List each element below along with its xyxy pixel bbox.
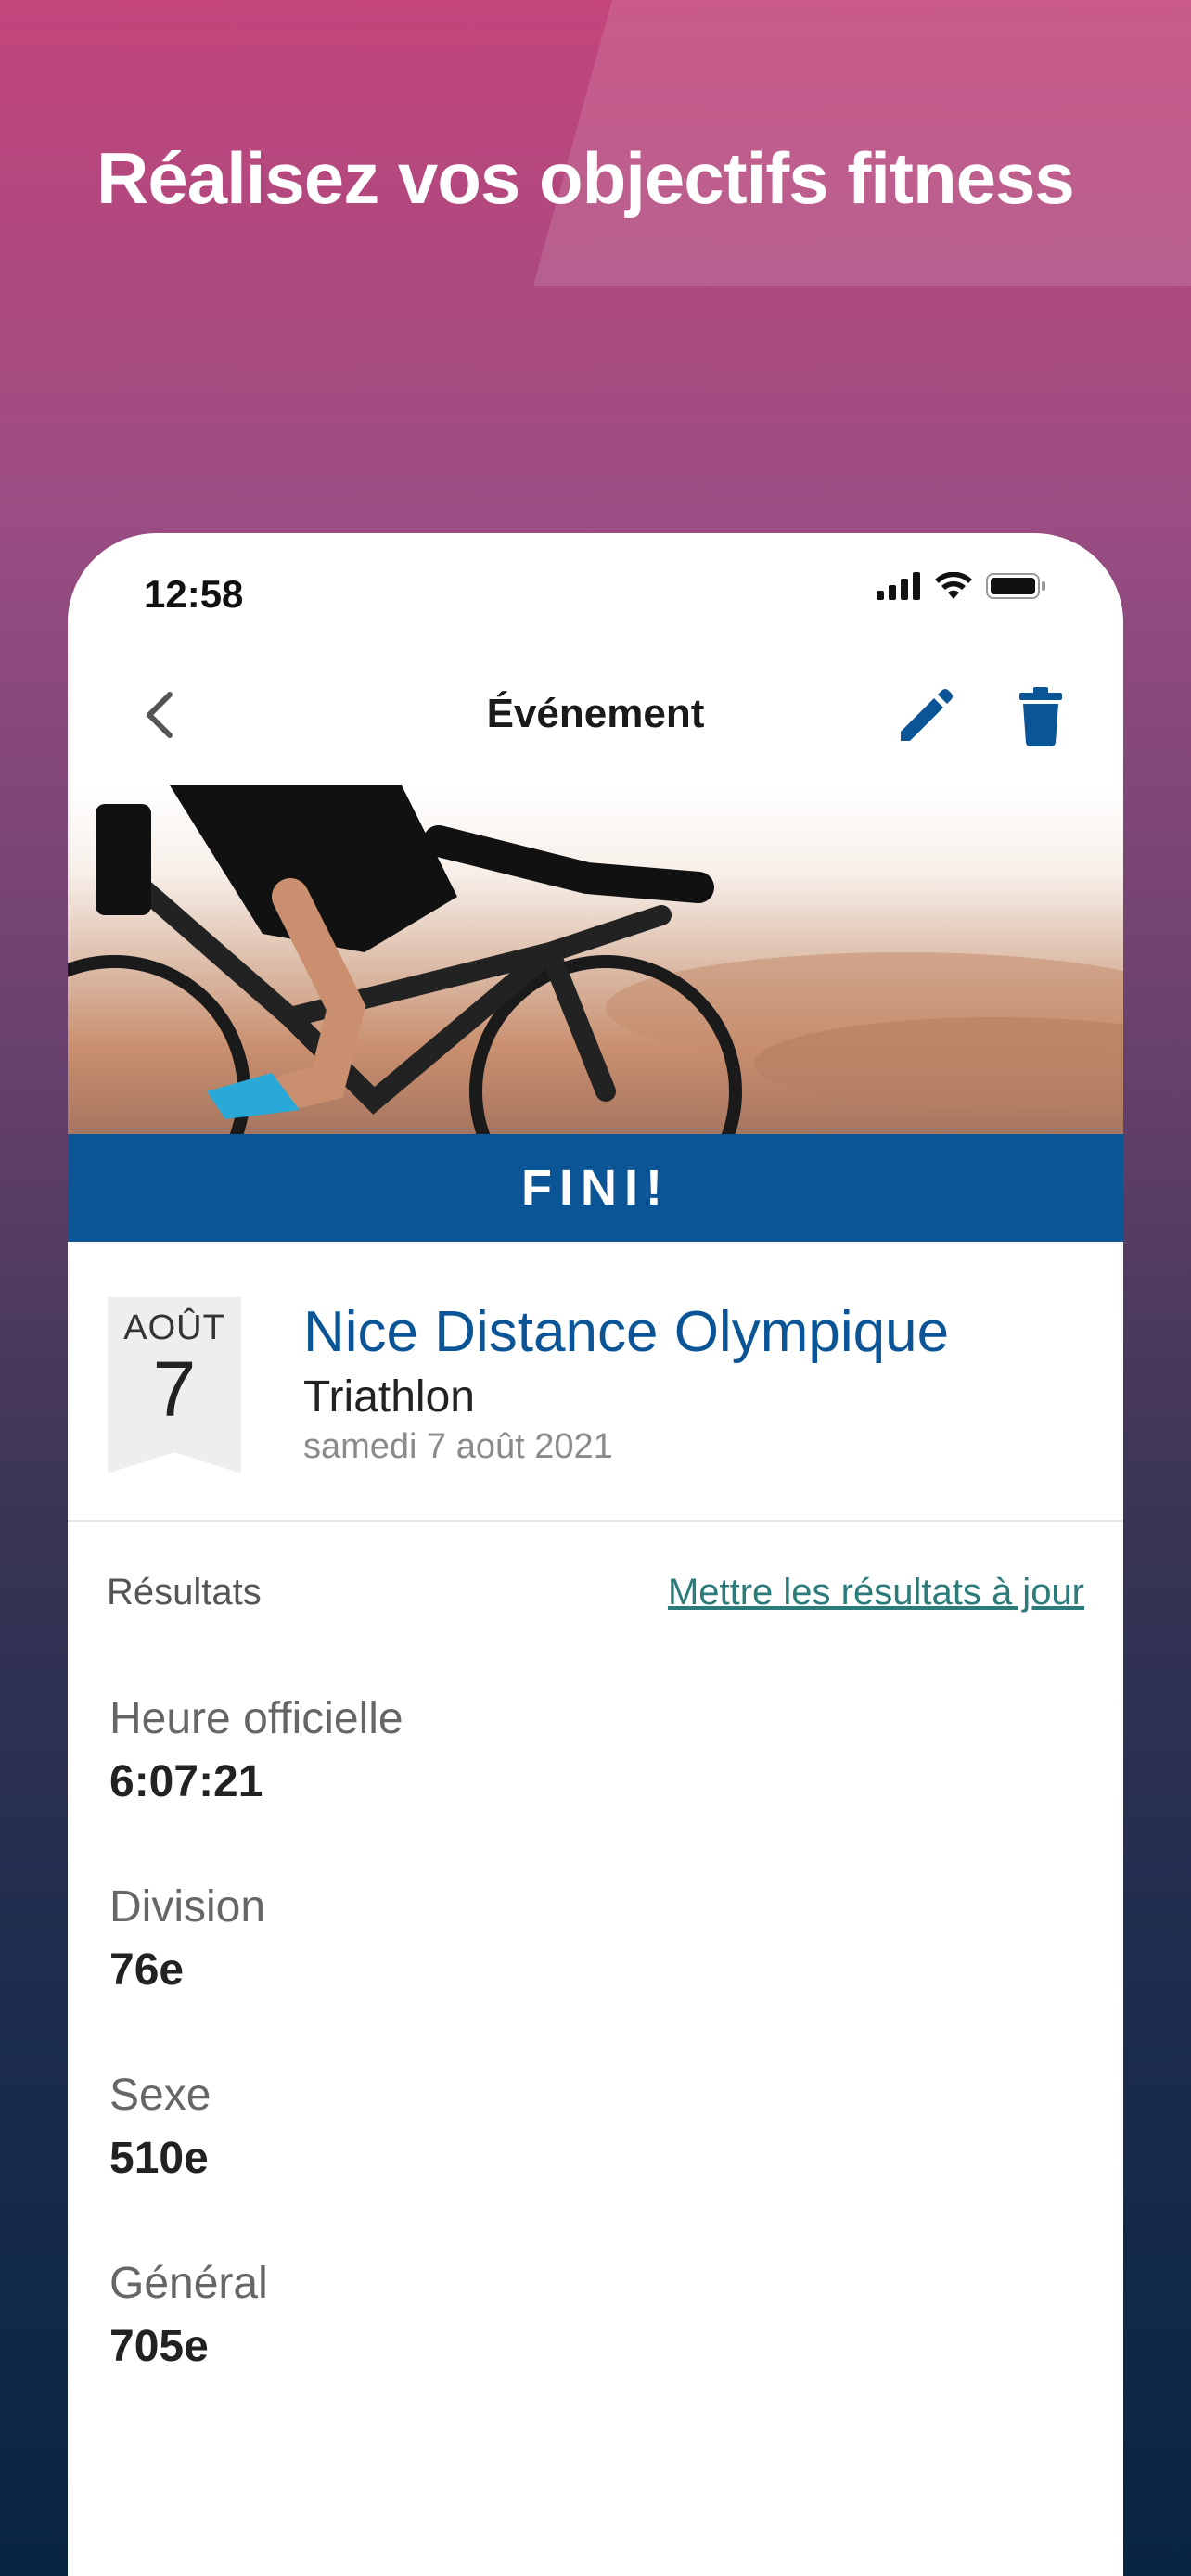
status-time: 12:58 [144,572,244,616]
headline: Réalisez vos objectifs fitness [96,137,1075,219]
date-month: AOÛT [123,1308,225,1347]
result-item-division: Division 76e [109,1881,1037,1996]
phone-screen: 12:58 Événement FINI! AOÛT 7 Nice Distan… [68,533,1123,2576]
event-info: AOÛT 7 Nice Distance Olympique Triathlon… [68,1242,1123,1522]
result-value: 510e [109,2133,209,2183]
battery-icon [986,573,1045,599]
trash-icon[interactable] [1006,682,1075,750]
finished-banner: FINI! [68,1134,1123,1242]
result-label: Sexe [109,2071,211,2120]
results-label: Résultats [107,1572,262,1613]
results-header: Résultats Mettre les résultats à jour [68,1562,1123,1627]
date-day: 7 [152,1345,197,1433]
event-name: Nice Distance Olympique [303,1300,950,1364]
result-value: 76e [109,1945,185,1995]
date-badge: AOÛT 7 [108,1297,241,1473]
navigation-bar: Événement [68,644,1123,786]
result-label: Division [109,1882,266,1932]
signal-icon [877,572,920,600]
result-label: Général [109,2259,268,2308]
pencil-icon[interactable] [890,682,958,750]
wifi-icon [935,572,972,599]
result-item-gender: Sexe 510e [109,2069,1037,2185]
status-bar: 12:58 [68,533,1123,644]
result-value: 705e [109,2321,209,2371]
result-item-official-time: Heure officielle 6:07:21 [109,1692,1037,1808]
cyclist-illustration [68,785,1123,1134]
page-title: Événement [486,691,705,736]
result-label: Heure officielle [109,1694,403,1743]
result-value: 6:07:21 [109,1756,263,1806]
result-item-overall: Général 705e [109,2257,1037,2373]
event-date: samedi 7 août 2021 [303,1427,613,1466]
update-results-link[interactable]: Mettre les résultats à jour [668,1572,1084,1613]
event-type: Triathlon [303,1372,475,1422]
event-hero-image [68,785,1123,1134]
status-icons [877,572,1047,600]
